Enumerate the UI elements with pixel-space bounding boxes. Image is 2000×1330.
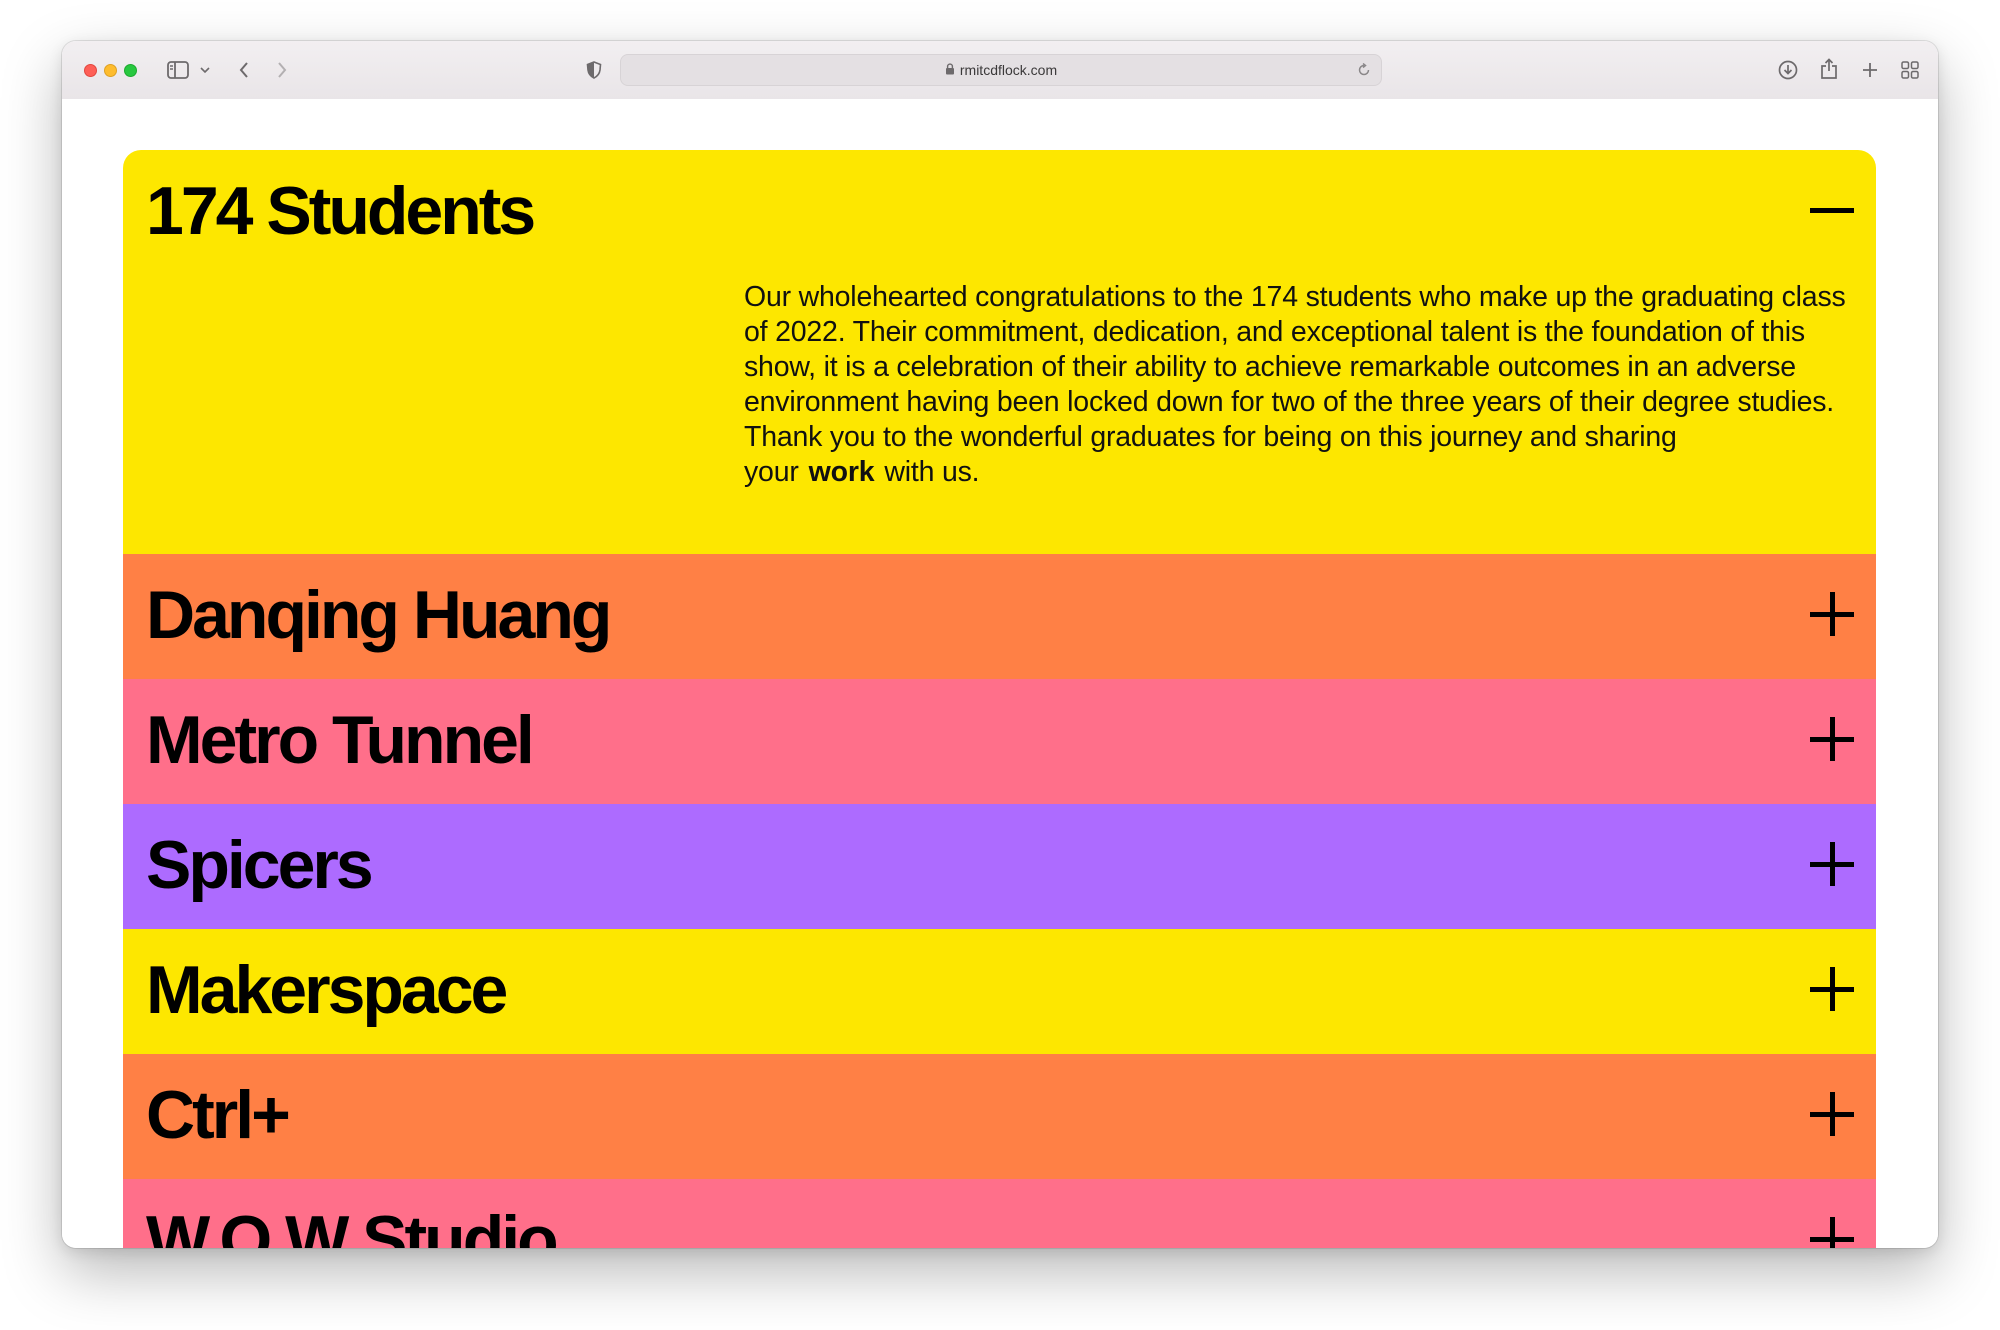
work-link[interactable]: work xyxy=(799,456,885,488)
new-tab-icon[interactable] xyxy=(1858,58,1882,82)
lock-icon xyxy=(945,62,955,78)
panel-title[interactable]: Danqing Huang xyxy=(146,568,612,662)
tab-overview-icon[interactable] xyxy=(1898,58,1922,82)
plus-icon[interactable] xyxy=(1808,1215,1856,1248)
panel-title[interactable]: Spicers xyxy=(146,818,374,912)
accordion-panel-makerspace[interactable]: Makerspace xyxy=(123,929,1876,1054)
sponsor-accordion: 174 Students Our wholehearted congratula… xyxy=(123,150,1876,1248)
browser-window: rmitcdflock.com 174 Students Our wholehe xyxy=(62,41,1938,1248)
privacy-shield-icon[interactable] xyxy=(583,58,605,82)
plus-icon[interactable] xyxy=(1808,590,1856,638)
forward-icon[interactable] xyxy=(272,58,292,82)
close-window-button[interactable] xyxy=(84,64,97,77)
panel-title[interactable]: 174 Students xyxy=(146,164,536,258)
browser-toolbar: rmitcdflock.com xyxy=(62,41,1938,100)
page-content: 174 Students Our wholehearted congratula… xyxy=(62,99,1938,1248)
plus-icon[interactable] xyxy=(1808,840,1856,888)
zoom-window-button[interactable] xyxy=(124,64,137,77)
url-text: rmitcdflock.com xyxy=(959,62,1058,78)
share-icon[interactable] xyxy=(1817,56,1841,82)
panel-title[interactable]: Makerspace xyxy=(146,943,508,1037)
back-icon[interactable] xyxy=(234,58,254,82)
panel-title[interactable]: Metro Tunnel xyxy=(146,693,535,787)
panel-title[interactable]: W.O.W Studio xyxy=(146,1193,559,1248)
panel-description: Our wholehearted congratulations to the … xyxy=(744,281,1846,488)
accordion-panel-ctrl-plus[interactable]: Ctrl+ xyxy=(123,1054,1876,1179)
accordion-panel-spicers[interactable]: Spicers xyxy=(123,804,1876,929)
sidebar-toggle-icon[interactable] xyxy=(166,59,190,81)
download-icon[interactable] xyxy=(1776,58,1800,82)
chevron-down-icon[interactable] xyxy=(199,63,211,77)
accordion-panel-metro-tunnel[interactable]: Metro Tunnel xyxy=(123,679,1876,804)
minimize-window-button[interactable] xyxy=(104,64,117,77)
plus-icon[interactable] xyxy=(1808,715,1856,763)
panel-title[interactable]: Ctrl+ xyxy=(146,1068,291,1162)
accordion-panel-danqing-huang[interactable]: Danqing Huang xyxy=(123,554,1876,679)
reload-icon[interactable] xyxy=(1355,61,1373,79)
accordion-panel-174-students: 174 Students Our wholehearted congratula… xyxy=(123,150,1876,554)
plus-icon[interactable] xyxy=(1808,1090,1856,1138)
address-bar[interactable]: rmitcdflock.com xyxy=(620,54,1382,86)
accordion-panel-wow-studio[interactable]: W.O.W Studio xyxy=(123,1179,1876,1248)
plus-icon[interactable] xyxy=(1808,965,1856,1013)
minus-icon[interactable] xyxy=(1808,186,1856,234)
